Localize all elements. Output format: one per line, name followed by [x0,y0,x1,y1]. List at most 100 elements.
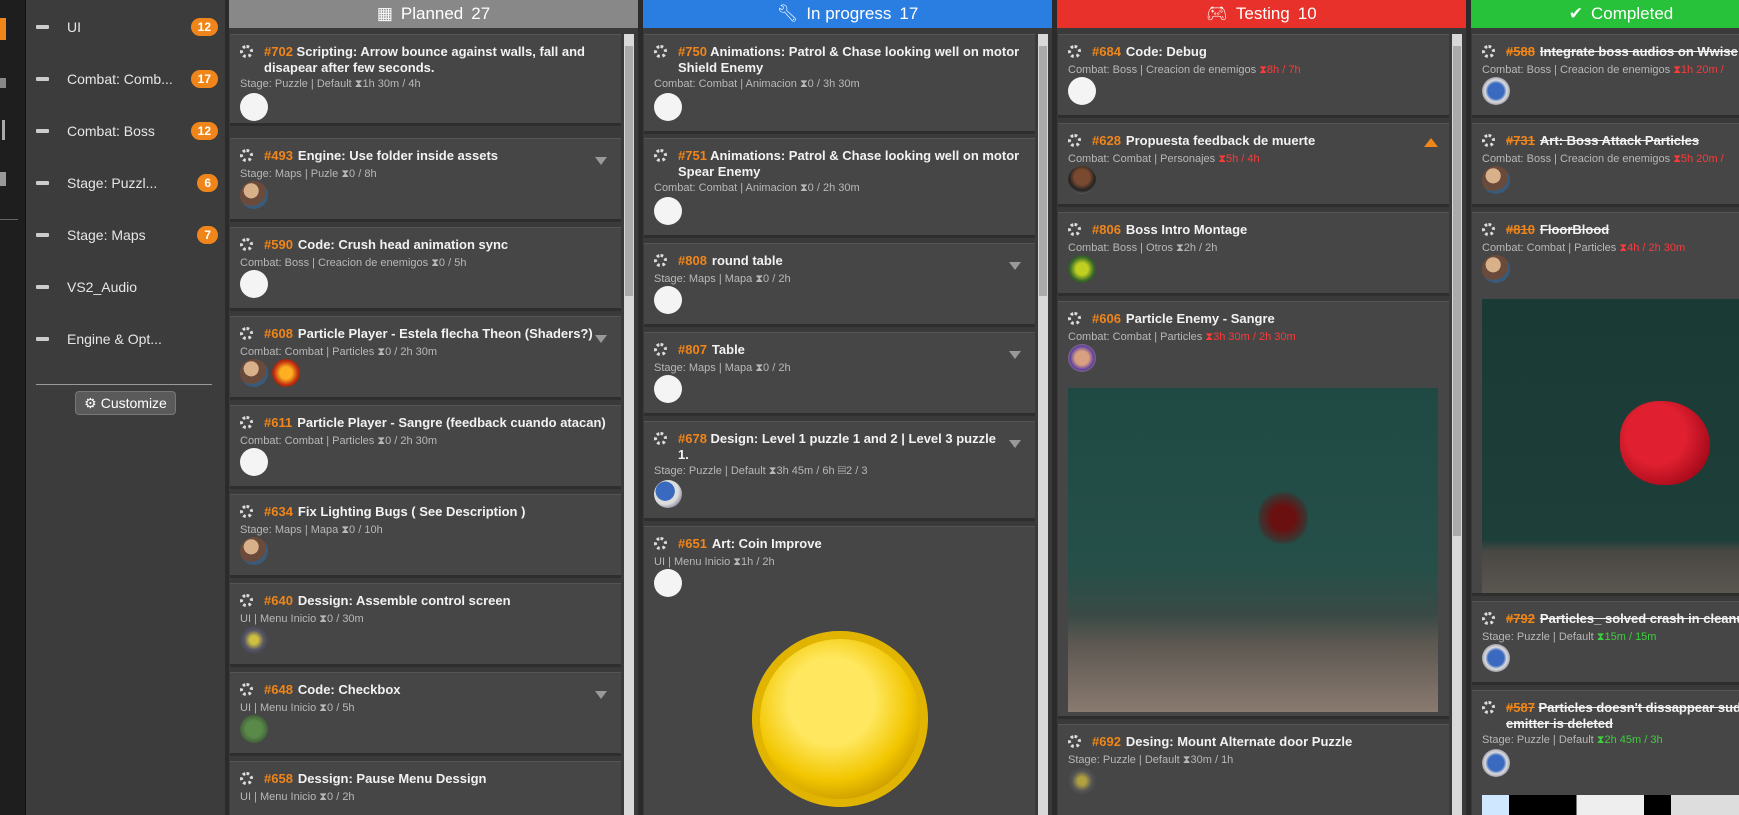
avatar[interactable] [1482,166,1510,194]
hourglass-icon: ⧗ [1596,631,1605,643]
task-card[interactable]: #810 FloorBlood Combat: Combat | Particle… [1472,212,1739,596]
avatar[interactable] [240,626,268,654]
collapse-icon [36,77,49,81]
customize-button[interactable]: ⚙ Customize [75,391,176,415]
collapse-icon [36,233,49,237]
avatar[interactable] [654,375,682,403]
task-card[interactable]: #806 Boss Intro Montage Combat: Boss | Ot… [1058,212,1449,296]
hourglass-icon: ⧗ [1596,734,1605,746]
collapse-icon [36,129,49,133]
sidebar-item-audio[interactable]: VS2_Audio [36,272,226,302]
avatar[interactable] [654,569,682,597]
arrow-down-icon[interactable] [595,157,607,165]
task-card[interactable]: #648 Code: Checkbox UI | Menu Inicio ⧗0 /… [230,672,621,756]
scrollbar[interactable] [1038,34,1048,815]
column-body: #750 Animations: Patrol & Chase looking … [643,34,1052,815]
avatar[interactable] [1482,749,1510,777]
task-card[interactable]: #750 Animations: Patrol & Chase looking … [644,34,1035,134]
avatar[interactable] [240,270,268,298]
gear-icon [654,537,667,550]
task-card[interactable]: #588 Integrate boss audios on Wwise Comba… [1472,34,1739,118]
board-icon[interactable] [0,18,6,40]
task-card[interactable]: #751 Animations: Patrol & Chase looking … [644,138,1035,238]
task-card[interactable]: #808 round table Stage: Maps | Mapa ⧗0 / … [644,243,1035,327]
avatar[interactable] [1068,344,1096,372]
sidebar-item-puzzle[interactable]: Stage: Puzzl... 6 [36,168,226,198]
avatar[interactable] [240,359,268,387]
sidebar-item-boss[interactable]: Combat: Boss 12 [36,116,226,146]
lock-icon[interactable] [0,78,6,88]
avatar[interactable] [1068,255,1096,283]
hourglass-icon: ⧗ [1182,754,1191,766]
hourglass-icon: ⧗ [1259,64,1267,76]
avatar[interactable] [1068,767,1096,795]
task-card[interactable]: #678 Design: Level 1 puzzle 1 and 2 | Le… [644,421,1035,521]
avatar[interactable] [1482,255,1510,283]
avatar[interactable] [654,286,682,314]
task-card[interactable]: #731 Art: Boss Attack Particles Combat: B… [1472,123,1739,207]
coin-image [752,631,928,807]
gear-icon [240,594,253,607]
task-card[interactable]: #628 Propuesta feedback de muerte Combat:… [1058,123,1449,207]
task-card[interactable]: #692 Desing: Mount Alternate door Puzzle … [1058,724,1449,815]
sidebar-item-ui[interactable]: UI 12 [36,12,226,42]
scrollbar-thumb[interactable] [1039,46,1047,296]
arrow-down-icon[interactable] [1009,440,1021,448]
avatar[interactable] [240,715,268,743]
avatar[interactable] [240,537,268,565]
gear-icon [1482,612,1495,625]
task-card[interactable]: #634 Fix Lighting Bugs ( See Description … [230,494,621,578]
settings-icon[interactable] [0,172,6,186]
arrow-up-icon[interactable] [1424,138,1438,147]
gear-icon [1482,223,1495,236]
collapse-icon [36,181,49,185]
sidebar-item-combat[interactable]: Combat: Comb... 17 [36,64,226,94]
gear-icon [1068,134,1081,147]
gear-icon [654,254,667,267]
gear-icon [1068,735,1081,748]
avatar[interactable] [1068,166,1096,194]
scrollbar[interactable] [1452,34,1462,815]
task-card[interactable]: #658 Dessign: Pause Menu Dessign UI | Men… [230,761,621,815]
task-card[interactable]: #640 Dessign: Assemble control screen UI … [230,583,621,667]
arrow-down-icon[interactable] [1009,262,1021,270]
avatar[interactable] [272,359,300,387]
avatar[interactable] [654,480,682,508]
task-card[interactable]: #807 Table Stage: Maps | Mapa ⧗0 / 2h [644,332,1035,416]
task-card[interactable]: #493 Engine: Use folder inside assets Sta… [230,138,621,222]
avatar[interactable] [654,93,682,121]
arrow-down-icon[interactable] [1009,351,1021,359]
scrollbar[interactable] [624,34,634,815]
task-card[interactable]: #606 Particle Enemy - Sangre Combat: Comb… [1058,301,1449,719]
gear-icon [240,772,253,785]
arrow-down-icon[interactable] [595,335,607,343]
avatar[interactable] [1482,77,1510,105]
avatar[interactable] [240,181,268,209]
avatar[interactable] [654,197,682,225]
task-card[interactable]: #651 Art: Coin Improve UI | Menu Inicio ⧗… [644,526,1035,815]
task-card[interactable]: #590 Code: Crush head animation sync Comb… [230,227,621,311]
arrow-down-icon[interactable] [595,691,607,699]
hourglass-icon: ⧗ [431,257,439,269]
avatar[interactable] [1482,644,1510,672]
column-completed: ✔ Completed #588 Integrate boss audios on… [1471,0,1739,815]
scrollbar-thumb[interactable] [625,46,633,296]
task-card[interactable]: #792 Particles_ solved crash in cleanup S… [1472,601,1739,685]
hourglass-icon: ⧗ [755,362,764,374]
avatar[interactable] [1068,77,1096,105]
task-card[interactable]: #608 Particle Player - Estela flecha Theo… [230,316,621,400]
scrollbar-thumb[interactable] [1453,46,1461,536]
gear-icon [654,149,667,162]
sidebar-item-maps[interactable]: Stage: Maps 7 [36,220,226,250]
task-card[interactable]: #587 Particles doesn't dissappear sude em… [1472,690,1739,815]
collapse-icon [36,337,49,341]
column-planned: ▦ Planned 27 #702 Scripting: Arrow bounc… [229,0,638,815]
avatar[interactable] [240,93,268,121]
avatar[interactable] [240,448,268,476]
task-card[interactable]: #684 Code: Debug Combat: Boss | Creacion … [1058,34,1449,118]
chart-icon[interactable] [2,120,5,140]
count-badge: 12 [190,18,218,36]
task-card[interactable]: #611 Particle Player - Sangre (feedback c… [230,405,621,489]
sidebar-item-engine[interactable]: Engine & Opt... [36,324,226,354]
task-card[interactable]: #702 Scripting: Arrow bounce against wal… [230,34,621,126]
